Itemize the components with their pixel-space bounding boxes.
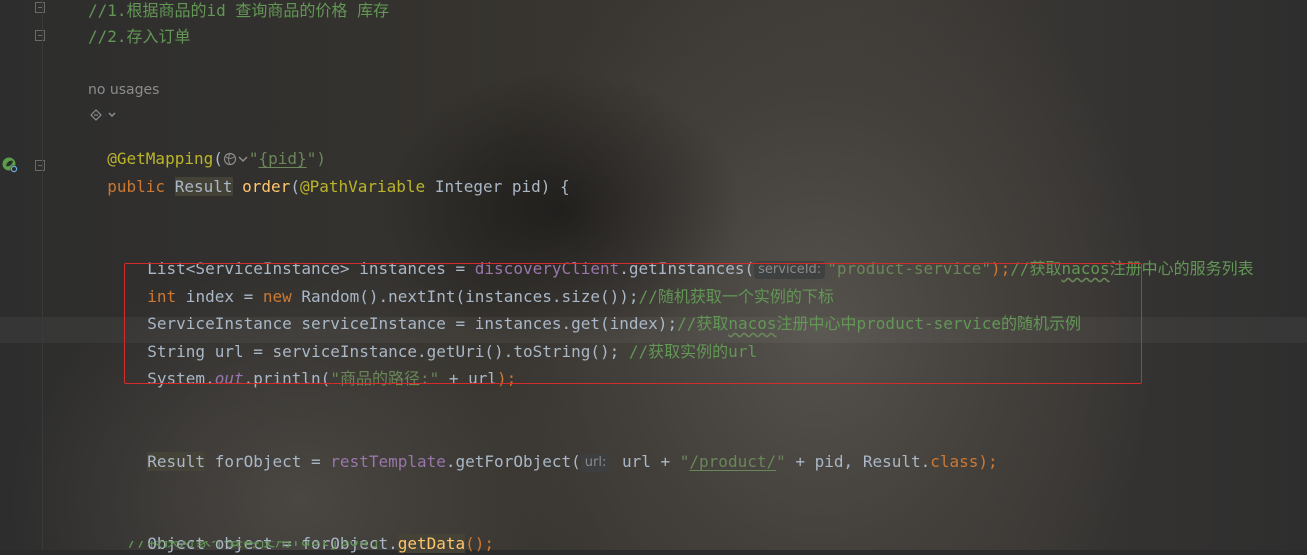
code-comment-line: //转换对象不要再使用fastjson了 (128, 541, 384, 550)
red-highlight-box (124, 263, 1142, 384)
code-comment-line: //2.存入订单 (88, 27, 191, 46)
code-line-instances: List<ServiceInstance> instances = discov… (147, 259, 1254, 279)
web-lens-icon[interactable] (88, 106, 120, 122)
return-type[interactable]: Result (174, 177, 233, 196)
type-reference[interactable]: Result (147, 452, 206, 471)
fold-icon[interactable] (35, 160, 45, 171)
url-path-link[interactable]: /product/ (689, 452, 776, 471)
clipped-line-container: //转换对象不要再使用fastjson了 (0, 541, 1307, 550)
code-line-object: Object object = forObject.getData(); (147, 534, 495, 553)
fold-icon[interactable] (35, 2, 45, 13)
method-name[interactable]: order (242, 177, 290, 196)
annotation-line: @GetMapping("{pid}") (107, 149, 326, 168)
method-signature-line: public Result order(@PathVariable Intege… (107, 177, 570, 196)
run-spring-icon[interactable] (2, 157, 18, 173)
fold-icon[interactable] (35, 30, 45, 41)
code-line-for-object: Result forObject = restTemplate.getForOb… (147, 452, 998, 472)
usages-hint[interactable]: no usages (88, 82, 159, 98)
parameter-hint: url: (580, 454, 611, 472)
code-comment-line: //1.根据商品的id 查询商品的价格 库存 (88, 1, 390, 20)
gutter-divider (42, 0, 43, 550)
